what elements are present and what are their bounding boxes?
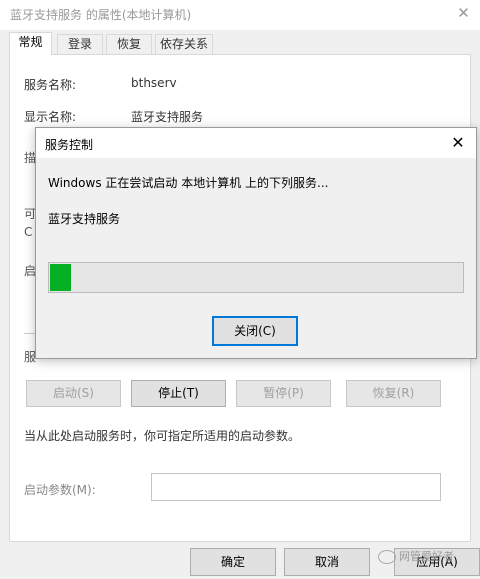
dialog-message: Windows 正在尝试启动 本地计算机 上的下列服务... <box>48 176 329 190</box>
properties-close-icon[interactable]: ✕ <box>447 0 480 30</box>
service-name-value: bthserv <box>131 76 177 90</box>
dialog-close-icon[interactable]: ✕ <box>446 131 470 155</box>
tab-strip: 常规 登录 恢复 依存关系 <box>9 32 471 55</box>
start-params-hint: 当从此处启动服务时，你可指定所适用的启动参数。 <box>24 429 301 443</box>
display-name-value: 蓝牙支持服务 <box>131 110 204 124</box>
tab-general[interactable]: 常规 <box>9 32 52 55</box>
dialog-service-name: 蓝牙支持服务 <box>48 212 121 226</box>
watermark-text: 网管爱好者 <box>399 550 454 563</box>
start-params-label: 启动参数(M): <box>24 483 96 497</box>
properties-window-title: 蓝牙支持服务 的属性(本地计算机) <box>10 8 192 22</box>
ok-button[interactable]: 确定 <box>190 548 276 576</box>
service-control-dialog: 服务控制 ✕ Windows 正在尝试启动 本地计算机 上的下列服务... 蓝牙… <box>35 127 477 359</box>
wechat-icon <box>378 550 396 564</box>
cancel-button[interactable]: 取消 <box>284 548 370 576</box>
resume-service-button[interactable]: 恢复(R) <box>346 380 441 407</box>
properties-titlebar: 蓝牙支持服务 的属性(本地计算机) ✕ <box>0 0 480 30</box>
tab-logon[interactable]: 登录 <box>57 34 103 54</box>
pause-service-button[interactable]: 暂停(P) <box>236 380 331 407</box>
progress-bar-fill <box>50 264 71 291</box>
service-name-label: 服务名称: <box>24 78 77 92</box>
stop-service-button[interactable]: 停止(T) <box>131 380 226 407</box>
progress-bar <box>48 262 464 293</box>
exe-path-value-partial: C <box>24 225 33 239</box>
dialog-titlebar: 服务控制 ✕ <box>36 128 476 158</box>
watermark: 网管爱好者 <box>378 548 454 564</box>
tab-recovery[interactable]: 恢复 <box>106 34 152 54</box>
display-name-label: 显示名称: <box>24 110 77 124</box>
start-params-input[interactable] <box>151 473 441 501</box>
start-service-button[interactable]: 启动(S) <box>26 380 121 407</box>
tab-dependencies[interactable]: 依存关系 <box>155 34 213 54</box>
dialog-title: 服务控制 <box>45 138 94 152</box>
dialog-close-button[interactable]: 关闭(C) <box>212 316 298 346</box>
